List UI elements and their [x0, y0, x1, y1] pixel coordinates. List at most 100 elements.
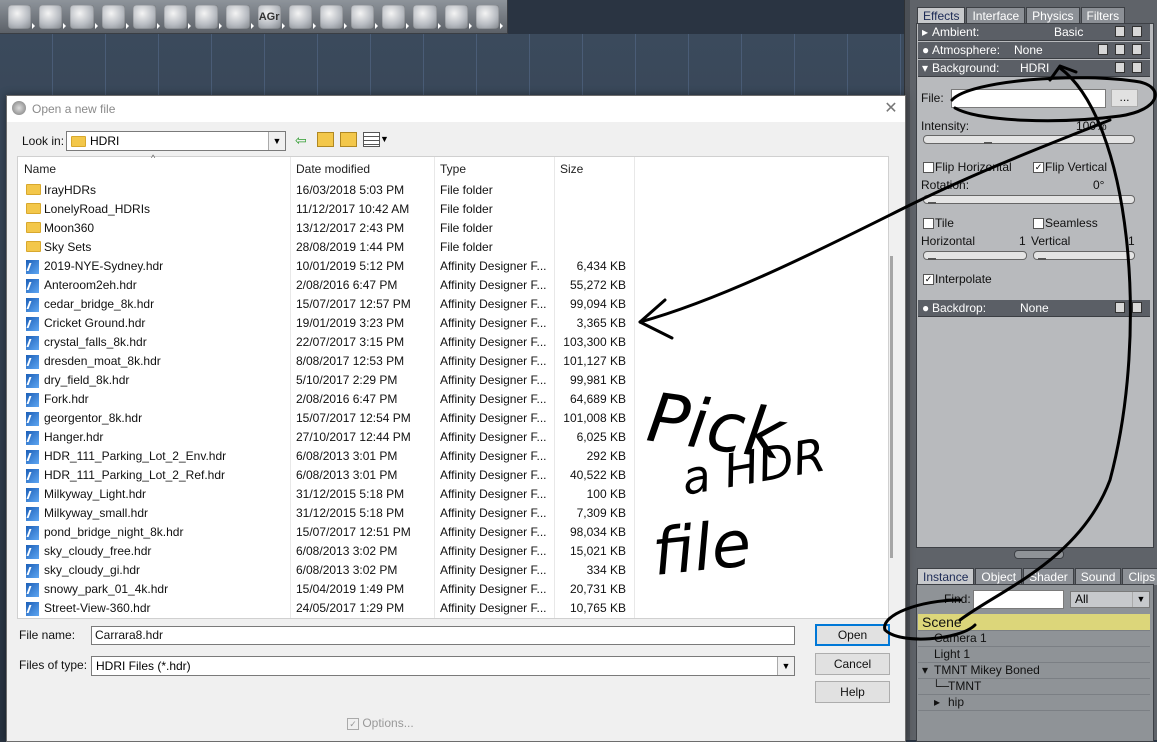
ocean-icon[interactable] — [132, 4, 161, 29]
slider-thumb[interactable] — [984, 136, 992, 144]
lights-icon[interactable] — [413, 4, 441, 29]
tree-item-hip[interactable]: ▸ hip — [918, 694, 1150, 711]
backdrop-row[interactable]: ● Backdrop: None — [918, 300, 1150, 317]
hdri-file-field[interactable] — [951, 89, 1106, 108]
file-row[interactable]: Hanger.hdr 27/10/2017 12:44 PM Affinity De… — [18, 428, 878, 447]
file-row[interactable]: crystal_falls_8k.hdr 22/07/2017 3:15 PM Af… — [18, 333, 878, 352]
tab-sound[interactable]: Sound — [1074, 568, 1122, 585]
vertical-slider[interactable] — [1033, 251, 1135, 260]
file-row[interactable]: snowy_park_01_4k.hdr 15/04/2019 1:49 PM Af… — [18, 580, 878, 599]
ambient-row[interactable]: ▸ Ambient: Basic — [918, 24, 1150, 41]
file-row[interactable]: Milkyway_Light.hdr 31/12/2015 5:18 PM Affi… — [18, 485, 878, 504]
tab-filters[interactable]: Filters — [1080, 7, 1126, 24]
scene-filter-select[interactable]: All ▼ — [1070, 591, 1150, 608]
dialog-titlebar[interactable]: Open a new file ✕ — [7, 96, 905, 122]
expand-arrow-icon[interactable]: ▾ — [922, 662, 928, 678]
file-name-input[interactable]: Carrara8.hdr — [91, 626, 795, 645]
plant-icon[interactable] — [101, 4, 129, 29]
file-row[interactable]: HDR_111_Parking_Lot_2_Env.hdr 6/08/2013 3… — [18, 447, 878, 466]
expand-arrow-icon[interactable]: ▸ — [922, 24, 928, 40]
particles-icon[interactable] — [39, 4, 67, 29]
load-icon[interactable] — [1132, 62, 1142, 73]
expand-arrow-icon[interactable]: ▸ — [934, 694, 940, 710]
find-input[interactable] — [973, 590, 1064, 609]
grass-icon[interactable] — [226, 4, 254, 29]
terrain-icon[interactable] — [70, 4, 98, 29]
joint-icon[interactable] — [8, 4, 36, 29]
bowl-icon[interactable] — [288, 4, 317, 29]
browse-file-button[interactable]: ... — [1111, 89, 1138, 107]
column-header-type[interactable]: Type — [440, 162, 466, 176]
collapse-arrow-icon[interactable]: ▾ — [922, 60, 928, 76]
flip-horizontal-checkbox[interactable] — [923, 162, 934, 173]
file-row[interactable]: pond_bridge_night_8k.hdr 15/07/2017 12:51… — [18, 523, 878, 542]
file-row[interactable]: georgentor_8k.hdr 15/07/2017 12:54 PM Affi… — [18, 409, 878, 428]
file-row[interactable]: IrayHDRs 16/03/2018 5:03 PM File folder — [18, 181, 878, 200]
text-icon[interactable]: AGr — [257, 4, 285, 29]
edit-icon[interactable] — [1098, 44, 1108, 55]
rotation-slider[interactable] — [923, 195, 1135, 204]
backdrop-value[interactable]: None — [1020, 300, 1049, 316]
tree-item-scene[interactable]: Scene — [918, 614, 1150, 631]
open-button[interactable]: Open — [815, 624, 890, 646]
save-icon[interactable] — [1115, 302, 1125, 313]
tab-clips[interactable]: Clips — [1122, 568, 1157, 585]
tab-physics[interactable]: Physics — [1026, 7, 1080, 24]
ambient-value[interactable]: Basic — [1054, 24, 1083, 40]
close-icon[interactable]: ✕ — [881, 99, 901, 119]
load-icon[interactable] — [1132, 44, 1142, 55]
column-header-date[interactable]: Date modified — [296, 162, 370, 176]
file-row[interactable]: LonelyRoad_HDRIs 11/12/2017 10:42 AM File … — [18, 200, 878, 219]
file-type-select[interactable]: HDRI Files (*.hdr) ▼ — [91, 656, 795, 676]
file-row[interactable]: Cricket Ground.hdr 19/01/2019 3:23 PM Affi… — [18, 314, 878, 333]
load-icon[interactable] — [1132, 302, 1142, 313]
back-icon[interactable]: ⇦ — [295, 132, 307, 149]
fire-icon[interactable] — [163, 4, 192, 29]
save-icon[interactable] — [1115, 62, 1125, 73]
interpolate-checkbox[interactable]: ✓ — [923, 274, 934, 285]
options-checkbox[interactable]: ✓ Options... — [347, 716, 414, 730]
atmosphere-value[interactable]: None — [1014, 42, 1043, 58]
wrench-icon[interactable] — [475, 4, 504, 29]
background-row[interactable]: ▾ Background: HDRI — [918, 60, 1150, 77]
file-row[interactable]: Sky Sets 28/08/2019 1:44 PM File folder — [18, 238, 878, 257]
help-button[interactable]: Help — [815, 681, 890, 703]
spring-icon[interactable] — [319, 4, 348, 29]
file-row[interactable]: Fork.hdr 2/08/2016 6:47 PM Affinity Design… — [18, 390, 878, 409]
tree-item-light[interactable]: Light 1 — [918, 646, 1150, 663]
file-row[interactable]: sky_cloudy_free.hdr 6/08/2013 3:02 PM Affi… — [18, 542, 878, 561]
panel-resize-handle[interactable] — [1014, 550, 1064, 559]
file-list[interactable]: ^ Name Date modified Type Size IrayHDRs 1… — [17, 153, 889, 619]
cancel-button[interactable]: Cancel — [815, 653, 890, 675]
tile-checkbox[interactable] — [923, 218, 934, 229]
slider-thumb[interactable] — [928, 252, 936, 260]
file-row[interactable]: Moon360 13/12/2017 2:43 PM File folder — [18, 219, 878, 238]
look-in-select[interactable]: HDRI ▼ — [66, 131, 286, 151]
slider-thumb[interactable] — [928, 196, 936, 204]
view-menu-icon[interactable] — [363, 132, 380, 147]
cloud-icon[interactable] — [195, 4, 223, 29]
camera-icon[interactable] — [382, 4, 410, 29]
tab-interface[interactable]: Interface — [966, 7, 1026, 24]
file-row[interactable]: Anteroom2eh.hdr 2/08/2016 6:47 PM Affinity… — [18, 276, 878, 295]
intensity-slider[interactable] — [923, 135, 1135, 144]
file-row[interactable]: dresden_moat_8k.hdr 8/08/2017 12:53 PM Aff… — [18, 352, 878, 371]
slider-thumb[interactable] — [1038, 252, 1046, 260]
file-row[interactable]: Milkyway_small.hdr 31/12/2015 5:18 PM Affi… — [18, 504, 878, 523]
checkbox-box[interactable]: ✓ — [347, 717, 359, 730]
tab-shader[interactable]: Shader — [1023, 568, 1074, 585]
up-folder-icon[interactable] — [317, 132, 334, 147]
column-header-name[interactable]: Name — [24, 162, 56, 176]
file-row[interactable]: Street-View-360.hdr 24/05/2017 1:29 PM Aff… — [18, 599, 878, 618]
file-row[interactable]: dry_field_8k.hdr 5/10/2017 2:29 PM Affinit… — [18, 371, 878, 390]
tree-item-tmnt[interactable]: └─ TMNT — [918, 678, 1150, 695]
file-row[interactable]: HDR_111_Parking_Lot_2_Ref.hdr 6/08/2013 3… — [18, 466, 878, 485]
scrollbar-thumb[interactable] — [890, 256, 893, 558]
horizontal-slider[interactable] — [923, 251, 1027, 260]
file-row[interactable]: sky_cloudy_gi.hdr 6/08/2013 3:02 PM Affini… — [18, 561, 878, 580]
new-folder-icon[interactable] — [340, 132, 357, 147]
load-icon[interactable] — [1132, 26, 1142, 37]
target-icon[interactable] — [444, 4, 473, 29]
tab-instance[interactable]: Instance — [917, 568, 975, 585]
tab-object[interactable]: Object — [975, 568, 1023, 585]
